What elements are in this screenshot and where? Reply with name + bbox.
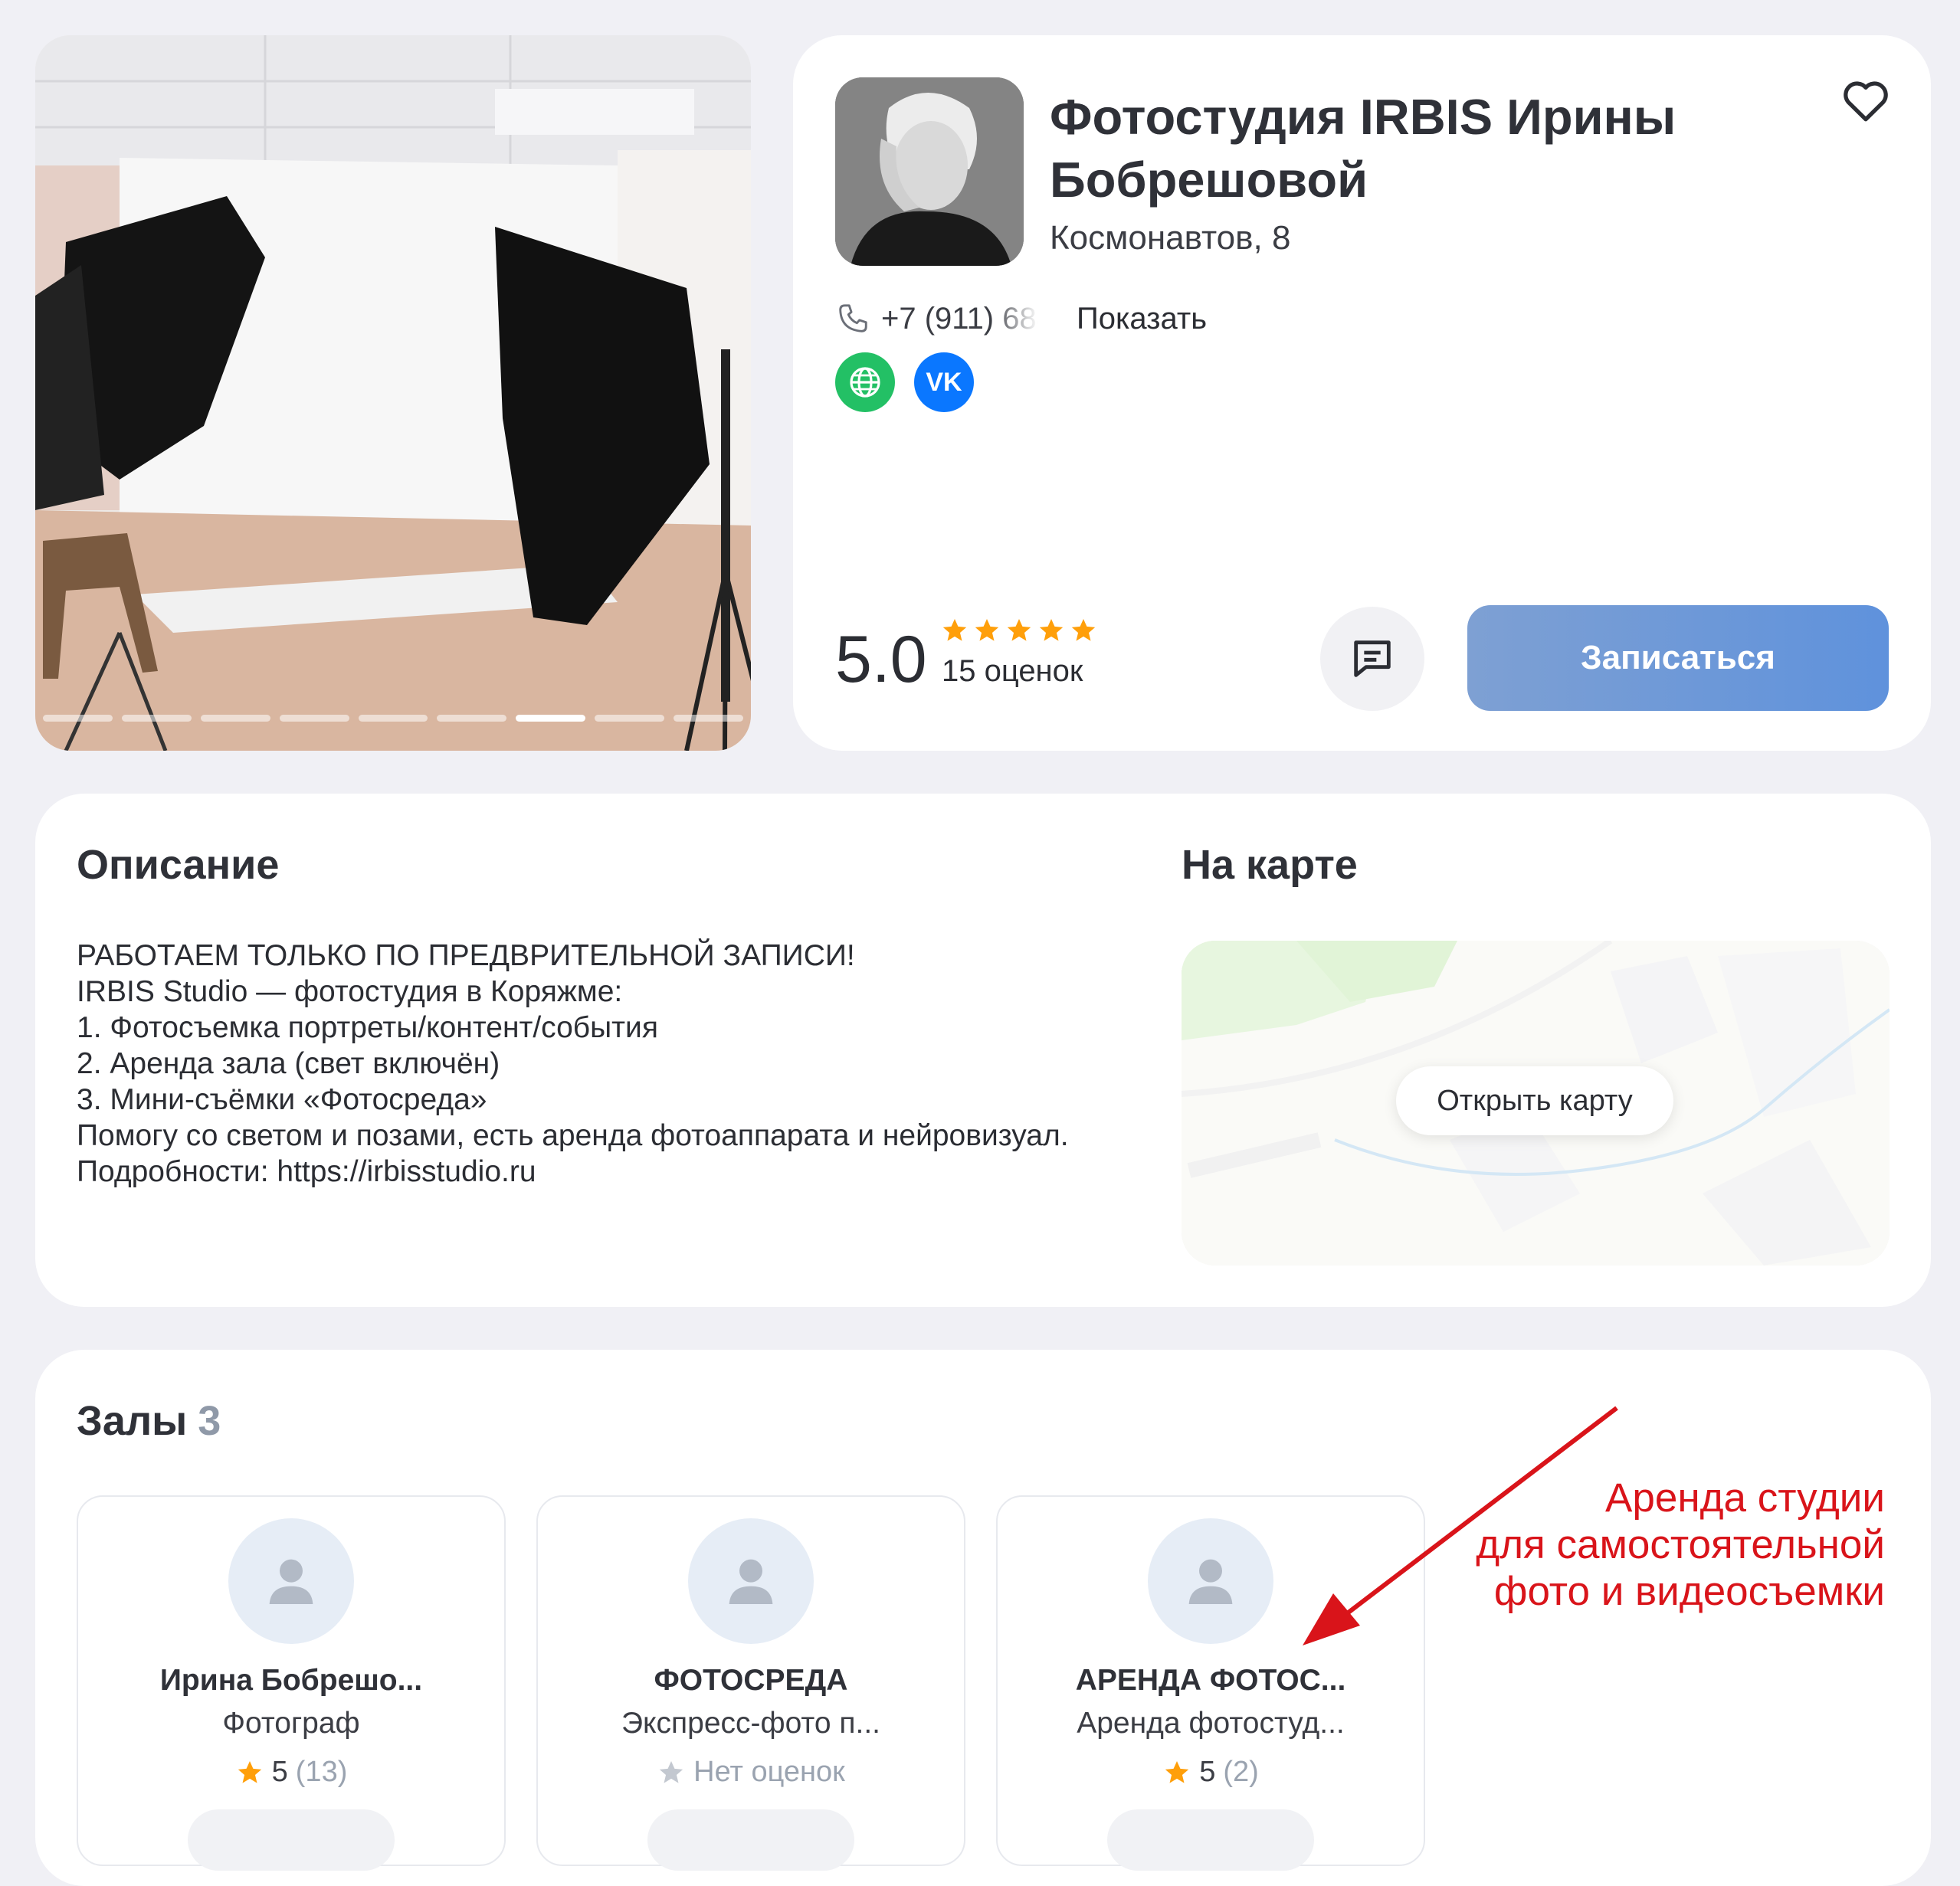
star-icon: [659, 1760, 683, 1783]
studio-photo-carousel[interactable]: [35, 35, 751, 751]
carousel-dot[interactable]: [595, 715, 665, 722]
chat-icon: [1354, 640, 1391, 677]
hall-name: ФОТОСРЕДА: [654, 1664, 848, 1697]
hall-card[interactable]: ФОТОСРЕДА Экспресс-фото п... Нет оценок: [536, 1495, 965, 1871]
studio-name: Фотостудия IRBIS Ирины Бобрешовой: [1050, 89, 1676, 208]
globe-icon: [850, 367, 880, 398]
avatar: [228, 1518, 354, 1644]
heart-icon: [1844, 81, 1888, 122]
avatar: [688, 1518, 814, 1644]
annotation-text: Аренда студии для самостоятельной фото и…: [1425, 1475, 1885, 1615]
rating-value: 5.0: [835, 623, 927, 696]
star-icon: [942, 618, 967, 641]
carousel-dot[interactable]: [121, 715, 192, 722]
hall-rating-value: 5: [271, 1756, 288, 1788]
halls-card: Залы 3 Ирина Бобрешо... Фотограф 5 (13) Ф…: [35, 1350, 1931, 1886]
studio-avatar: [835, 77, 1024, 266]
website-link[interactable]: [835, 352, 895, 412]
hall-subtitle: Аренда фотостуд...: [1077, 1707, 1345, 1740]
phone-row: +7 (911) 684 Показать: [835, 292, 1207, 345]
carousel-dot[interactable]: [674, 715, 744, 722]
carousel-dot-active[interactable]: [516, 715, 586, 722]
vk-link[interactable]: VK: [914, 352, 974, 412]
hall-card[interactable]: Ирина Бобрешо... Фотограф 5 (13): [77, 1495, 506, 1871]
hall-subtitle: Экспресс-фото п...: [621, 1707, 880, 1740]
hall-rating-value: 5: [1199, 1756, 1216, 1788]
star-icon: [1165, 1760, 1189, 1783]
halls-title-text: Залы: [77, 1398, 188, 1444]
carousel-indicator: [43, 715, 744, 722]
hall-votes: Нет оценок: [693, 1756, 845, 1788]
hall-action-button[interactable]: [188, 1809, 395, 1871]
avatar: [1148, 1518, 1273, 1644]
description-line[interactable]: Подробности: https://irbisstudio.ru: [77, 1154, 1149, 1190]
hall-rating: 5 (2): [998, 1756, 1424, 1789]
book-button[interactable]: Записаться: [1467, 605, 1889, 711]
hall-subtitle: Фотограф: [222, 1707, 360, 1740]
star-icon: [238, 1760, 261, 1783]
description-line: 1. Фотосъемка портреты/контент/события: [77, 1011, 658, 1044]
carousel-dot[interactable]: [437, 715, 507, 722]
favorite-button[interactable]: [1839, 74, 1893, 127]
hall-name: АРЕНДА ФОТОС...: [1075, 1664, 1346, 1697]
description-line: IRBIS Studio — фотостудия в Коряжме:: [77, 975, 623, 1008]
phone-number-partial: +7 (911) 684: [881, 301, 1038, 336]
hall-action-button[interactable]: [647, 1809, 854, 1871]
carousel-dot[interactable]: [279, 715, 349, 722]
halls-count: 3: [198, 1398, 221, 1444]
description-line: 3. Мини-съёмки «Фотосреда»: [77, 1083, 487, 1116]
description-line: 2. Аренда зала (свет включён): [77, 1047, 500, 1080]
hall-name: Ирина Бобрешо...: [159, 1664, 423, 1697]
annotation-line: Аренда студии: [1605, 1475, 1885, 1521]
rating-stars: [940, 616, 1098, 645]
user-icon: [729, 1559, 773, 1604]
show-phone-button[interactable]: Показать: [1077, 302, 1207, 336]
user-icon: [1188, 1559, 1233, 1604]
open-map-button[interactable]: Открыть карту: [1396, 1066, 1673, 1135]
carousel-dot[interactable]: [358, 715, 428, 722]
star-icon: [1071, 618, 1096, 641]
hall-action-button[interactable]: [1107, 1809, 1314, 1871]
studio-photo: [35, 35, 751, 751]
studio-info-card: Фотостудия IRBIS Ирины Бобрешовой Космон…: [793, 35, 1931, 751]
halls-title: Залы 3: [77, 1397, 221, 1445]
annotation-line: для самостоятельной: [1476, 1522, 1885, 1567]
annotation-line: фото и видеосъемки: [1493, 1569, 1885, 1614]
description-line: Помогу со светом и позами, есть аренда ф…: [77, 1119, 1069, 1152]
carousel-dot[interactable]: [200, 715, 270, 722]
reviews-count-link[interactable]: 15 оценок: [942, 654, 1083, 689]
hall-votes: (13): [295, 1756, 348, 1788]
star-icon: [1007, 618, 1031, 641]
hall-rating: 5 (13): [78, 1756, 504, 1789]
studio-address: Космонавтов, 8: [1050, 219, 1291, 257]
hall-votes: (2): [1223, 1756, 1259, 1788]
phone-icon: [839, 304, 867, 332]
star-icon: [975, 618, 999, 641]
map-preview[interactable]: Открыть карту: [1182, 941, 1890, 1266]
description-card: Описание РАБОТАЕМ ТОЛЬКО ПО ПРЕДВРИТЕЛЬН…: [35, 794, 1931, 1307]
map-title: На карте: [1182, 842, 1358, 888]
description-title: Описание: [77, 842, 280, 888]
hall-rating: Нет оценок: [538, 1756, 964, 1789]
description-text: РАБОТАЕМ ТОЛЬКО ПО ПРЕДВРИТЕЛЬНОЙ ЗАПИСИ…: [77, 938, 1149, 1190]
carousel-dot[interactable]: [43, 715, 113, 722]
star-icon: [1039, 618, 1064, 641]
user-icon: [269, 1559, 313, 1604]
message-button[interactable]: [1320, 607, 1424, 711]
description-line: РАБОТАЕМ ТОЛЬКО ПО ПРЕДВРИТЕЛЬНОЙ ЗАПИСИ…: [77, 939, 855, 972]
vk-icon: VK: [926, 367, 962, 397]
